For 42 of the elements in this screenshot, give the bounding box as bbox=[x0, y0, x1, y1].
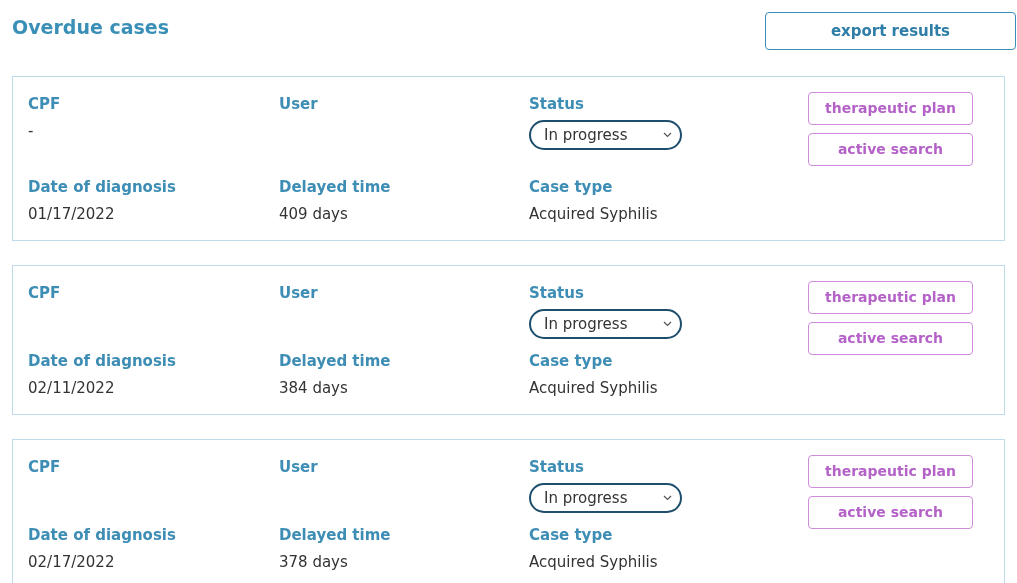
field-value: Acquired Syphilis bbox=[529, 552, 658, 572]
chevron-down-icon bbox=[663, 321, 672, 327]
field-value: - bbox=[28, 121, 34, 141]
field-value: 409 days bbox=[279, 204, 348, 224]
page-title: Overdue cases bbox=[12, 15, 169, 40]
status-select[interactable]: In progress bbox=[529, 483, 682, 513]
field-value: Acquired Syphilis bbox=[529, 204, 658, 224]
action-button[interactable]: therapeutic plan bbox=[808, 92, 973, 125]
field-label: Case type bbox=[529, 177, 613, 197]
field-label: CPF bbox=[28, 457, 61, 477]
chevron-down-icon bbox=[663, 495, 672, 501]
field-label: Date of diagnosis bbox=[28, 351, 176, 371]
field-value: 01/17/2022 bbox=[28, 204, 115, 224]
field-value: 378 days bbox=[279, 552, 348, 572]
field-label: User bbox=[279, 457, 318, 477]
action-button[interactable]: therapeutic plan bbox=[808, 455, 973, 488]
export-button[interactable]: export results bbox=[765, 12, 1016, 50]
field-label: Status bbox=[529, 94, 584, 114]
field-label: Date of diagnosis bbox=[28, 525, 176, 545]
action-button[interactable]: active search bbox=[808, 133, 973, 166]
status-select[interactable]: In progress bbox=[529, 309, 682, 339]
field-value: Acquired Syphilis bbox=[529, 378, 658, 398]
field-value: 02/11/2022 bbox=[28, 378, 115, 398]
field-label: Status bbox=[529, 457, 584, 477]
field-label: Date of diagnosis bbox=[28, 177, 176, 197]
chevron-down-icon bbox=[663, 132, 672, 138]
action-button[interactable]: active search bbox=[808, 322, 973, 355]
field-label: CPF bbox=[28, 94, 61, 114]
field-label: Delayed time bbox=[279, 525, 391, 545]
field-label: Case type bbox=[529, 525, 613, 545]
field-label: CPF bbox=[28, 283, 61, 303]
field-label: User bbox=[279, 283, 318, 303]
field-label: Delayed time bbox=[279, 177, 391, 197]
action-button[interactable]: therapeutic plan bbox=[808, 281, 973, 314]
field-value: 02/17/2022 bbox=[28, 552, 115, 572]
field-label: User bbox=[279, 94, 318, 114]
action-button[interactable]: active search bbox=[808, 496, 973, 529]
field-label: Status bbox=[529, 283, 584, 303]
field-value: 384 days bbox=[279, 378, 348, 398]
status-select[interactable]: In progress bbox=[529, 120, 682, 150]
field-label: Case type bbox=[529, 351, 613, 371]
field-label: Delayed time bbox=[279, 351, 391, 371]
